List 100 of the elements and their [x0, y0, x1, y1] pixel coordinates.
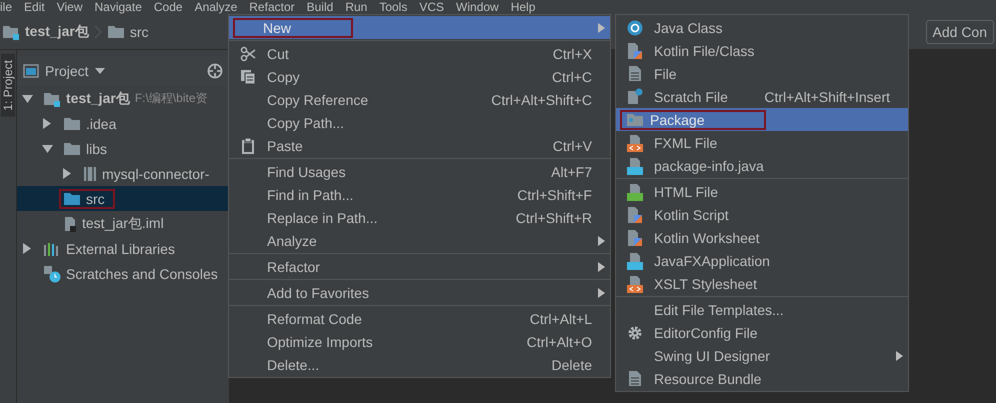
- tree-row[interactable]: mysql-connector-: [17, 161, 229, 186]
- menu-bar-item[interactable]: Code: [154, 0, 183, 14]
- submenu-arrow-icon: [896, 350, 902, 360]
- submenu-arrow-icon: [598, 262, 604, 272]
- menu-bar-item[interactable]: Help: [510, 0, 536, 14]
- tree-row[interactable]: External Libraries: [17, 236, 229, 261]
- menu-bar-item[interactable]: Navigate: [94, 0, 142, 14]
- menu-bar-item[interactable]: Build: [306, 0, 334, 14]
- expanded-arrow-icon[interactable]: [22, 94, 32, 102]
- java-file-icon: [626, 252, 644, 270]
- dropdown-arrow-icon[interactable]: [94, 68, 105, 74]
- menu-item[interactable]: Kotlin Worksheet: [616, 226, 908, 249]
- clipboard-icon: [240, 138, 256, 154]
- scratch-clock-icon: [43, 264, 61, 282]
- scratch-file-icon: [627, 88, 643, 105]
- menu-label: Swing UI Designer: [653, 346, 771, 366]
- shortcut-text: Ctrl+Alt+Shift+C: [490, 92, 592, 108]
- java-file-icon: [626, 156, 644, 174]
- tree-row[interactable]: libs: [17, 136, 229, 161]
- run-config-button[interactable]: Add Con: [926, 20, 994, 44]
- menu-bar-item[interactable]: Tools: [379, 0, 408, 14]
- tree-row[interactable]: test_jar包.iml: [17, 211, 229, 236]
- breadcrumb-item[interactable]: src: [130, 24, 148, 40]
- submenu-arrow-icon: [598, 22, 604, 32]
- menu-bar-item[interactable]: Analyze: [194, 0, 238, 14]
- window-icon: [23, 64, 39, 78]
- tool-window-tab[interactable]: 1: Project: [1, 54, 15, 117]
- menu-bar-item[interactable]: VCS: [419, 0, 444, 14]
- menu-item[interactable]: Add to Favorites: [229, 281, 610, 304]
- collapsed-arrow-icon[interactable]: [23, 243, 31, 254]
- collapsed-arrow-icon[interactable]: [43, 118, 51, 129]
- menu-label: Cut: [266, 44, 290, 64]
- menu-item[interactable]: Find in Path... Ctrl+Shift+F: [229, 183, 610, 206]
- file-icon: [628, 65, 642, 82]
- menu-item[interactable]: FXML File: [616, 131, 908, 154]
- menu-label: Find in Path...: [266, 186, 354, 204]
- expanded-arrow-icon[interactable]: [42, 144, 52, 152]
- tree-row[interactable]: src: [17, 186, 229, 211]
- folder-icon: [63, 192, 81, 206]
- menu-item[interactable]: Copy Ctrl+C: [229, 65, 610, 88]
- tree-row[interactable]: test_jar包 F:\编程\bite资: [17, 86, 229, 111]
- menu-item[interactable]: Scratch File Ctrl+Alt+Shift+Insert: [616, 85, 908, 108]
- menu-label: Copy: [266, 68, 301, 86]
- menu-item[interactable]: New: [229, 16, 610, 39]
- menu-item[interactable]: Swing UI Designer: [616, 344, 908, 367]
- menu-item[interactable]: Edit File Templates...: [616, 298, 908, 321]
- menu-label: Delete...: [266, 356, 320, 374]
- menu-item[interactable]: Java Class: [616, 16, 908, 39]
- archive-icon: [83, 166, 97, 182]
- menu-bar-item[interactable]: Window: [456, 0, 499, 14]
- menu-label: Java Class: [653, 18, 724, 38]
- menu-label: Replace in Path...: [266, 208, 379, 228]
- menu-label: Refactor: [266, 258, 321, 276]
- menu-item[interactable]: package-info.java: [616, 154, 908, 177]
- tree-row[interactable]: .idea: [17, 111, 229, 136]
- crosshair-icon[interactable]: [207, 63, 223, 79]
- menu-item[interactable]: Copy Reference Ctrl+Alt+Shift+C: [229, 88, 610, 111]
- menu-item[interactable]: Cut Ctrl+X: [229, 42, 610, 65]
- menu-item[interactable]: Paste Ctrl+V: [229, 134, 610, 157]
- tree-label: External Libraries: [66, 240, 175, 256]
- folder-icon: [63, 116, 81, 130]
- menu-label: Reformat Code: [266, 310, 363, 328]
- shortcut-text: Ctrl+Shift+R: [514, 210, 592, 226]
- outlined-label: New: [233, 18, 354, 38]
- collapsed-arrow-icon[interactable]: [63, 168, 71, 179]
- submenu-arrow-icon: [598, 288, 604, 298]
- menu-item[interactable]: Kotlin Script: [616, 203, 908, 226]
- menu-item[interactable]: HTML File: [616, 180, 908, 203]
- menu-item[interactable]: EditorConfig File: [616, 321, 908, 344]
- path-text: F:\编程\bite资: [134, 90, 208, 107]
- menu-bar-item[interactable]: Refactor: [249, 0, 295, 14]
- menu-label: Copy Reference: [266, 90, 370, 110]
- submenu-arrow-icon: [598, 236, 604, 246]
- menu-item[interactable]: Delete... Delete: [229, 353, 610, 376]
- menu-item[interactable]: Find Usages Alt+F7: [229, 160, 610, 183]
- menu-item[interactable]: Refactor: [229, 255, 610, 278]
- menu-bar-item[interactable]: Edit: [24, 0, 45, 14]
- menu-item[interactable]: Package: [616, 108, 908, 131]
- menu-bar-item[interactable]: Run: [345, 0, 368, 14]
- menu-item[interactable]: Resource Bundle: [616, 367, 908, 390]
- menu-bar-item[interactable]: View: [56, 0, 82, 14]
- menu-item[interactable]: Copy Path...: [229, 111, 610, 134]
- menu-item[interactable]: JavaFXApplication: [616, 249, 908, 272]
- panel-title[interactable]: Project: [45, 63, 89, 79]
- menu-item[interactable]: File: [616, 62, 908, 85]
- breadcrumb-item[interactable]: test_jar包: [25, 22, 89, 40]
- tree-row[interactable]: Scratches and Consoles: [17, 261, 229, 286]
- shortcut-text: Delete: [550, 356, 592, 372]
- menu-item[interactable]: Optimize Imports Ctrl+Alt+O: [229, 330, 610, 353]
- menu-item[interactable]: Analyze: [229, 229, 610, 252]
- file-icon: [628, 370, 642, 387]
- menu-item[interactable]: Reformat Code Ctrl+Alt+L: [229, 307, 610, 330]
- menu-label: Optimize Imports: [266, 332, 374, 352]
- menu-item[interactable]: XSLT Stylesheet: [616, 272, 908, 295]
- menu-item[interactable]: Replace in Path... Ctrl+Shift+R: [229, 206, 610, 229]
- menu-bar-item[interactable]: ile: [0, 0, 12, 14]
- html-file-icon: [626, 182, 644, 200]
- package-folder-icon: [626, 112, 644, 126]
- menu-item[interactable]: Kotlin File/Class: [616, 39, 908, 62]
- tree-label: libs: [86, 140, 108, 156]
